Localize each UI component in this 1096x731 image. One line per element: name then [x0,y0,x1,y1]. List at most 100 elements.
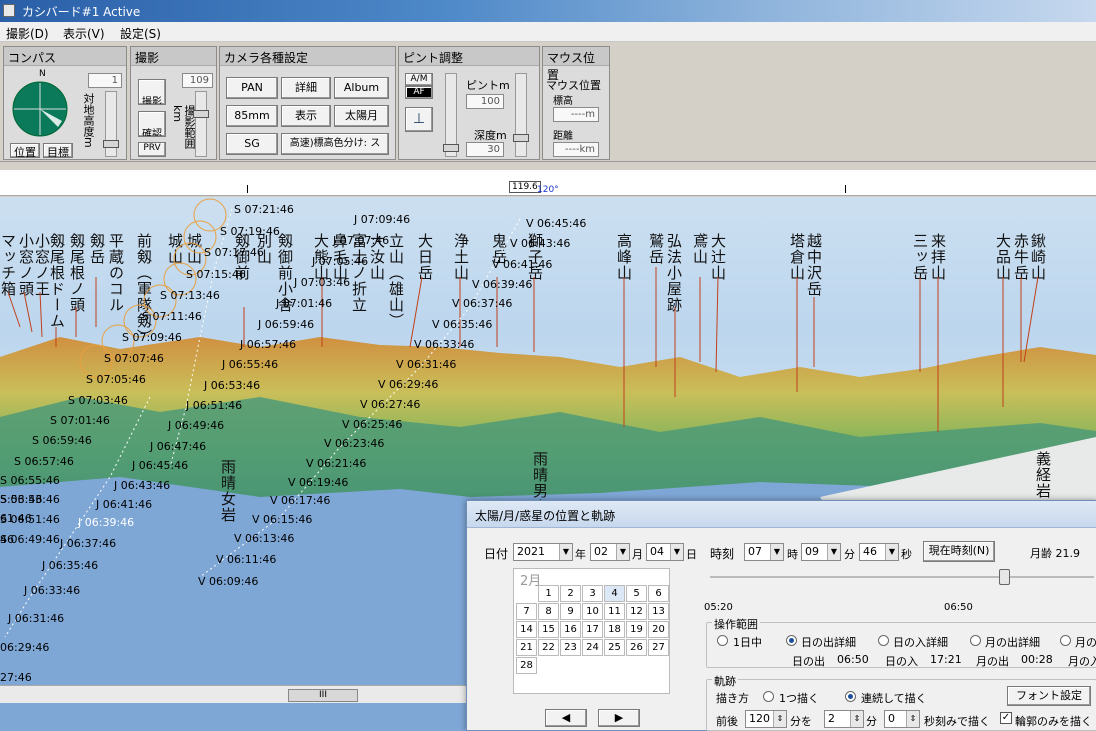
target-button[interactable]: 目標 [43,143,73,158]
depth-value[interactable]: 30 [466,142,504,157]
calendar-day[interactable]: 5 [626,585,647,602]
menu-shoot[interactable]: 撮影(D) [6,25,49,42]
lens-85mm-button[interactable]: 85mm [226,105,278,127]
horizontal-scrollbar[interactable]: III [0,685,470,703]
calendar-day[interactable]: 19 [626,621,647,638]
calendar-day[interactable]: 23 [560,639,581,656]
prev-button[interactable]: ◀ [545,709,587,727]
compass-dial-icon[interactable] [12,81,68,137]
display-button[interactable]: 表示 [281,105,331,127]
depth-slider-thumb[interactable] [513,134,529,142]
calendar-day[interactable]: 22 [538,639,559,656]
second-step-input[interactable]: 0 ⇕ [884,710,920,728]
af-button[interactable]: AF [405,86,433,99]
range-radio-moonrise[interactable] [970,635,981,646]
before-after-input[interactable]: 120 ⇕ [745,710,787,728]
step-value: 2 [828,712,835,725]
depth-slider[interactable] [513,73,529,157]
calendar-day[interactable]: 1 [538,585,559,602]
calendar-day[interactable]: 11 [604,603,625,620]
calendar-day[interactable]: 24 [582,639,603,656]
prv-button[interactable]: PRV [138,142,166,157]
focus-slider[interactable] [443,73,459,157]
hour-select[interactable]: 07 ▼ [744,543,784,561]
sun-moon-button[interactable]: 太陽月 [334,105,389,127]
height-label: 対地高度m [82,93,95,148]
calendar-day[interactable]: 2 [560,585,581,602]
venus-time-label: V 06:33:46 [414,338,475,351]
next-button[interactable]: ▶ [598,709,640,727]
range-radio-moonset[interactable] [1060,635,1071,646]
scrollbar-thumb[interactable]: III [288,689,358,702]
calendar-day[interactable]: 14 [516,621,537,638]
range-title: 操作範囲 [712,616,760,632]
calendar-day[interactable]: 7 [516,603,537,620]
menu-settings[interactable]: 設定(S) [120,25,161,42]
range-slider[interactable] [193,91,209,157]
calendar-day[interactable]: 25 [604,639,625,656]
album-button[interactable]: Album [334,77,389,99]
sg-button[interactable]: SG [226,133,278,155]
time-slider-track[interactable] [710,576,1094,578]
outline-only-label: 輪郭のみを描く [1015,715,1092,728]
calendar-day[interactable]: 8 [538,603,559,620]
pinto-value[interactable]: 100 [466,94,504,109]
height-slider-thumb[interactable] [103,140,119,148]
am-button[interactable]: A/M [405,73,433,86]
calendar-day[interactable]: 13 [648,603,669,620]
calendar-day[interactable]: 21 [516,639,537,656]
jupiter-time-label: J 07:03:46 [294,276,351,289]
calendar-day[interactable]: 6 [648,585,669,602]
menu-view[interactable]: 表示(V) [63,25,105,42]
chevron-down-icon: ▼ [559,544,572,560]
calendar-day[interactable]: 15 [538,621,559,638]
shoot-button[interactable]: 撮影 [138,79,166,105]
range-radio-sunrise[interactable] [786,635,797,646]
spinner-icon[interactable]: ⇕ [850,711,863,727]
venus-time-label: V 06:09:46 [198,575,259,588]
focus-panel: ピント調整 A/M AF ⊥ ピントm 100 深度m 30 [398,46,540,160]
calendar-day[interactable]: 9 [560,603,581,620]
color-mode-button[interactable]: 高速)標高色分け: ス [281,133,389,155]
draw-radio-continuous[interactable] [845,691,856,702]
year-select[interactable]: 2021 ▼ [513,543,573,561]
height-value[interactable]: 1 [88,73,122,88]
calendar-day[interactable]: 16 [560,621,581,638]
calendar-day[interactable]: 18 [604,621,625,638]
height-slider[interactable] [103,91,119,157]
range-radio-sunset[interactable] [878,635,889,646]
calendar-day[interactable]: 28 [516,657,537,674]
calendar-day[interactable]: 20 [648,621,669,638]
position-button[interactable]: 位置 [10,143,40,158]
calendar-day[interactable]: 12 [626,603,647,620]
venus-time-label: V 06:35:46 [432,318,493,331]
confirm-button[interactable]: 確認 [138,111,166,137]
step-input[interactable]: 2 ⇕ [824,710,864,728]
focus-icon[interactable]: ⊥ [405,107,433,132]
minute-select[interactable]: 09 ▼ [801,543,841,561]
calendar-day[interactable]: 27 [648,639,669,656]
time-slider-thumb[interactable] [999,569,1010,585]
azimuth-ruler[interactable]: 119.6 120° [0,170,1096,196]
range-value[interactable]: 109 [182,73,213,88]
spinner-icon[interactable]: ⇕ [773,711,786,727]
month-select[interactable]: 02 ▼ [590,543,630,561]
font-settings-button[interactable]: フォント設定 [1007,686,1091,706]
now-button[interactable]: 現在時刻(N) [923,541,995,562]
calendar-day[interactable]: 17 [582,621,603,638]
calendar-day[interactable]: 10 [582,603,603,620]
draw-radio-single[interactable] [763,691,774,702]
detail-button[interactable]: 詳細 [281,77,331,99]
spinner-icon[interactable]: ⇕ [906,711,919,727]
pan-button[interactable]: PAN [226,77,278,99]
calendar-day[interactable]: 3 [582,585,603,602]
day-select[interactable]: 04 ▼ [646,543,684,561]
focus-slider-thumb[interactable] [443,144,459,152]
calendar-day[interactable]: 26 [626,639,647,656]
range-radio-allday[interactable] [717,635,728,646]
calendar-day[interactable]: 4 [604,585,625,602]
jupiter-time-label: J 06:51:46 [186,399,243,412]
range-slider-thumb[interactable] [193,110,209,118]
outline-only-checkbox[interactable]: ✓ [1000,712,1012,724]
second-select[interactable]: 46 ▼ [859,543,899,561]
